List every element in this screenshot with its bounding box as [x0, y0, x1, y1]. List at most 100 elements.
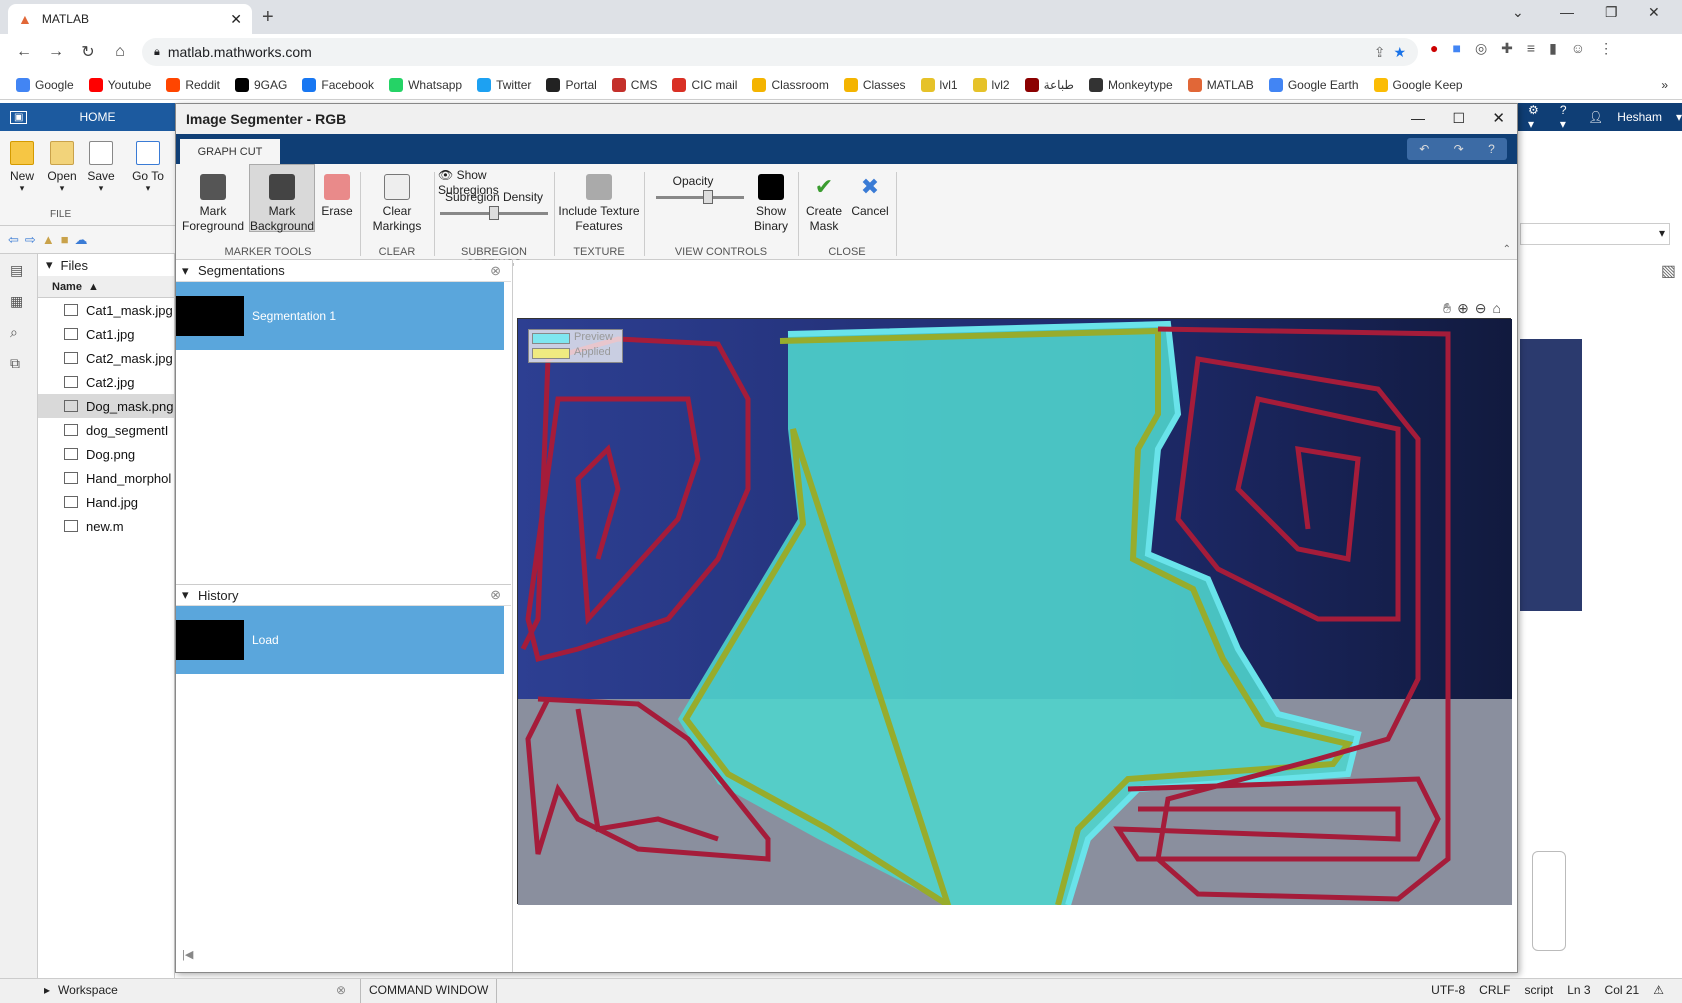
bookmark-item[interactable]: Twitter [477, 77, 531, 92]
help-icon[interactable]: ? ▾ [1560, 103, 1574, 131]
warning-icon[interactable]: ⚠ [1653, 983, 1664, 997]
zoom-in-icon[interactable]: ⊕ [1457, 300, 1469, 317]
file-row[interactable]: new.m [38, 514, 174, 538]
bookmark-item[interactable]: Youtube [88, 77, 151, 92]
opacity-slider-thumb[interactable] [702, 190, 713, 204]
restore-view-icon[interactable]: ⌂ [1493, 300, 1501, 317]
share-icon[interactable]: ⇪ [1374, 44, 1386, 61]
details-icon[interactable]: ▧ [1661, 261, 1676, 281]
bookmark-item[interactable]: Reddit [166, 77, 220, 92]
up-folder-icon[interactable]: ▲ [42, 232, 55, 248]
erase-button[interactable]: Erase [318, 174, 356, 219]
browser-tab[interactable]: ▲ MATLAB ✕ [8, 4, 252, 34]
segmentation-image[interactable]: Preview Applied [517, 318, 1512, 905]
tab-search-icon[interactable]: ⌄ [1512, 4, 1524, 21]
clear-markings-button[interactable]: Clear Markings [364, 174, 430, 234]
file-row[interactable]: Dog.png [38, 442, 174, 466]
collapse-ribbon-icon[interactable]: ⌃ [1503, 244, 1511, 255]
seg-close-button[interactable]: ✕ [1492, 109, 1505, 127]
grid-panel-icon[interactable]: ▦ [10, 293, 27, 310]
file-row[interactable]: Dog_mask.png [38, 394, 174, 418]
bookmark-item[interactable]: CMS [611, 77, 657, 92]
file-row[interactable]: Cat1_mask.jpg [38, 298, 174, 322]
adblock-icon[interactable]: ● [1430, 40, 1438, 57]
bookmark-item[interactable]: Google [16, 77, 74, 92]
workspace-tab[interactable]: ▸ Workspace [44, 983, 118, 997]
files-panel-icon[interactable]: ▤ [10, 262, 27, 279]
name-column-header[interactable]: Name [52, 281, 82, 293]
bookmark-item[interactable]: Monkeytype [1088, 77, 1173, 92]
history-close-icon[interactable]: ⊗ [490, 587, 501, 603]
extension-icon[interactable]: ◎ [1475, 40, 1487, 57]
save-button[interactable]: Save ▾ [81, 135, 121, 194]
minimize-button[interactable]: — [1560, 4, 1574, 20]
address-bar[interactable]: 🔒︎ matlab.mathworks.com ⇪ ★ [142, 38, 1418, 66]
user-dropdown-icon[interactable]: ▾ [1676, 110, 1682, 124]
cloud-icon[interactable]: ☁ [75, 232, 88, 248]
right-dropdown[interactable]: ▾ [1520, 223, 1670, 245]
user-name[interactable]: Hesham [1617, 110, 1662, 124]
open-button[interactable]: Open ▾ [42, 135, 82, 194]
close-tab-icon[interactable]: ✕ [230, 11, 242, 28]
show-binary-button[interactable]: Show Binary [748, 174, 794, 234]
zoom-out-icon[interactable]: ⊖ [1475, 300, 1487, 317]
command-window-tab[interactable]: COMMAND WINDOW [360, 979, 498, 1003]
bookmark-item[interactable]: Portal [546, 77, 597, 92]
history-item[interactable]: Load [176, 606, 504, 674]
bookmark-item[interactable]: Classroom [752, 77, 829, 92]
bookmark-item[interactable]: MATLAB [1187, 77, 1254, 92]
opacity-slider[interactable] [656, 190, 744, 204]
puzzle-icon[interactable]: ✚ [1501, 40, 1513, 57]
mark-background-button[interactable]: Mark Background [249, 164, 315, 233]
close-window-button[interactable]: ✕ [1648, 4, 1660, 21]
file-row[interactable]: Cat2.jpg [38, 370, 174, 394]
file-row[interactable]: Hand_morphol [38, 466, 174, 490]
menu-icon[interactable]: ⋮ [1599, 40, 1613, 57]
subregion-density-slider[interactable] [440, 206, 548, 220]
back-folder-icon[interactable]: ⇦ [8, 232, 19, 248]
graph-cut-tab[interactable]: GRAPH CUT [180, 139, 280, 164]
collapse-segmentations-icon[interactable]: ▾ [182, 263, 189, 279]
maximize-button[interactable]: ❐ [1605, 4, 1618, 21]
browse-folder-icon[interactable]: ■ [61, 232, 69, 248]
mark-foreground-button[interactable]: Mark Foreground [182, 174, 244, 234]
bookmark-item[interactable]: Facebook [302, 77, 374, 92]
pan-hand-icon[interactable]: ✋︎ [1443, 300, 1451, 317]
sidepanel-icon[interactable]: ▮ [1549, 40, 1557, 57]
new-button[interactable]: New ▾ [2, 135, 42, 194]
more-bookmarks-icon[interactable]: » [1661, 78, 1668, 92]
segmentations-close-icon[interactable]: ⊗ [490, 263, 501, 279]
back-icon[interactable]: ← [8, 43, 40, 61]
bookmark-star-icon[interactable]: ★ [1393, 44, 1406, 61]
forward-folder-icon[interactable]: ⇨ [25, 232, 36, 248]
bookmark-item[interactable]: طباعة [1024, 77, 1074, 92]
undo-icon[interactable]: ↶ [1419, 142, 1429, 156]
file-row[interactable]: dog_segmentI [38, 418, 174, 442]
compare-icon[interactable]: ⧉ [10, 355, 27, 372]
workspace-close-icon[interactable]: ⊗ [336, 983, 346, 997]
redo-icon[interactable]: ↷ [1454, 142, 1464, 156]
seg-minimize-button[interactable]: — [1411, 110, 1425, 126]
file-row[interactable]: Cat1.jpg [38, 322, 174, 346]
seg-maximize-button[interactable]: ☐ [1452, 110, 1465, 127]
reload-icon[interactable]: ↻ [72, 42, 104, 62]
file-row[interactable]: Cat2_mask.jpg [38, 346, 174, 370]
home-icon[interactable]: ⌂ [104, 43, 136, 61]
bookmark-item[interactable]: lvl2 [972, 77, 1010, 92]
profile-avatar[interactable]: ☺ [1571, 40, 1585, 57]
segmentation-item[interactable]: Segmentation 1 [176, 282, 504, 350]
density-slider-thumb[interactable] [489, 206, 499, 220]
bookmark-item[interactable]: lvl1 [920, 77, 958, 92]
create-mask-button[interactable]: ✔ Create Mask [802, 174, 846, 234]
find-files-icon[interactable]: ⌕ [10, 324, 27, 341]
layout-controls[interactable] [1532, 851, 1566, 951]
new-tab-button[interactable]: + [262, 6, 274, 29]
scroll-start-icon[interactable]: |◀ [182, 948, 193, 961]
settings-icon[interactable]: ⚙ ▾ [1528, 103, 1546, 131]
cancel-button[interactable]: ✖ Cancel [848, 174, 892, 219]
bookmark-item[interactable]: Google Earth [1268, 77, 1359, 92]
include-texture-button[interactable]: Include Texture Features [558, 174, 640, 234]
bookmark-item[interactable]: Whatsapp [389, 77, 462, 92]
bookmark-item[interactable]: 9GAG [235, 77, 287, 92]
bookmark-item[interactable]: Classes [843, 77, 906, 92]
